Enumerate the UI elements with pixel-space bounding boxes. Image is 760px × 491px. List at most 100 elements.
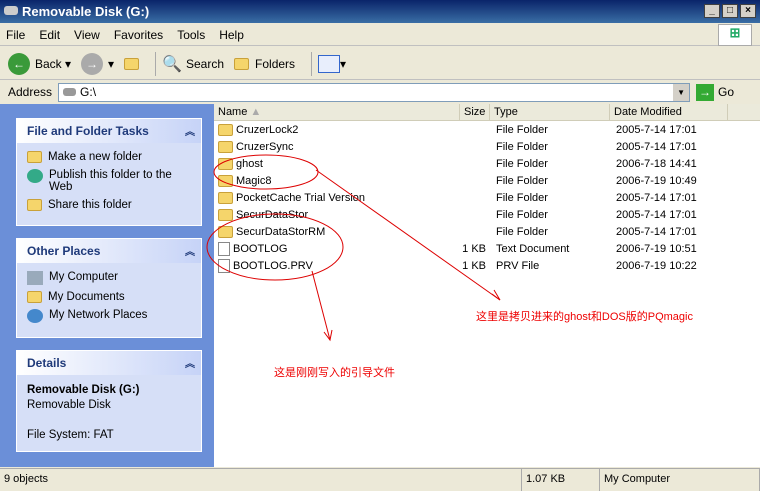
collapse-chevron-icon[interactable]: ︽ <box>185 355 195 370</box>
file-date: 2006-7-19 10:22 <box>616 259 697 272</box>
file-name: PocketCache Trial Version <box>214 191 460 204</box>
share-folder-link[interactable]: Share this folder <box>27 199 191 211</box>
file-folder-tasks-panel: File and Folder Tasks ︽ Make a new folder… <box>16 118 202 226</box>
address-value: G:\ <box>80 85 97 99</box>
menu-file[interactable]: File <box>6 28 25 42</box>
details-name: Removable Disk (G:) <box>27 384 140 396</box>
forward-arrow-icon: → <box>81 52 104 75</box>
link-label: Make a new folder <box>48 151 142 163</box>
panel-header[interactable]: File and Folder Tasks ︽ <box>17 119 201 143</box>
file-date: 2005-7-14 17:01 <box>616 140 697 153</box>
drive-icon <box>4 6 18 15</box>
minimize-button[interactable]: _ <box>704 4 720 18</box>
file-list: Name ▲ Size Type Date Modified CruzerLoc… <box>214 104 760 467</box>
publish-web-link[interactable]: Publish this folder to the Web <box>27 169 191 193</box>
file-name: BOOTLOG <box>214 241 460 256</box>
folder-icon <box>218 174 233 187</box>
title-bar: Removable Disk (G:) _ □ × <box>0 0 760 23</box>
go-arrow-icon: → <box>696 83 715 101</box>
folders-button[interactable]: Folders <box>234 57 295 71</box>
column-headers: Name ▲ Size Type Date Modified <box>214 104 760 121</box>
views-button[interactable]: ▾ <box>318 54 346 73</box>
forward-button[interactable]: → ▾ <box>81 52 114 75</box>
column-size[interactable]: Size <box>460 104 490 120</box>
file-date: 2005-7-14 17:01 <box>616 208 697 221</box>
address-input[interactable]: G:\ ▼ <box>58 82 691 102</box>
menu-edit[interactable]: Edit <box>39 28 60 42</box>
file-row[interactable]: SecurDataStor File Folder 2005-7-14 17:01 <box>214 206 760 223</box>
file-name-text: BOOTLOG <box>233 242 288 255</box>
file-row[interactable]: SecurDataStorRM File Folder 2005-7-14 17:0… <box>214 223 760 240</box>
folder-icon <box>218 225 233 238</box>
panel-title: File and Folder Tasks <box>27 124 149 138</box>
toolbar: ← Back ▾ → ▾ 🔍 Search Folders ▾ <box>0 48 760 80</box>
collapse-chevron-icon[interactable]: ︽ <box>185 243 195 258</box>
file-date: 2005-7-14 17:01 <box>616 123 697 136</box>
file-date: 2006-7-19 10:51 <box>616 242 697 255</box>
collapse-chevron-icon[interactable]: ︽ <box>185 123 195 138</box>
file-row[interactable]: BOOTLOG 1 KB Text Document 2006-7-19 10:51 <box>214 240 760 257</box>
computer-icon <box>27 271 43 285</box>
link-label: My Computer <box>49 271 119 283</box>
address-dropdown[interactable]: ▼ <box>673 83 690 101</box>
windows-logo: ⊞ <box>718 24 752 46</box>
file-name-text: CruzerSync <box>236 140 294 153</box>
drive-icon <box>63 88 77 96</box>
file-name: CruzerSync <box>214 140 460 153</box>
folder-icon <box>218 208 233 221</box>
location-label: My Computer <box>604 473 671 485</box>
file-name: SecurDataStor <box>214 208 460 221</box>
file-type: File Folder <box>496 140 548 153</box>
file-name-text: Magic8 <box>236 174 272 187</box>
window-title: Removable Disk (G:) <box>22 4 150 19</box>
menu-help[interactable]: Help <box>219 28 244 42</box>
my-computer-link[interactable]: My Computer <box>27 271 191 285</box>
column-type[interactable]: Type <box>490 104 610 120</box>
search-button[interactable]: 🔍 Search <box>162 54 224 74</box>
separator <box>311 51 313 76</box>
search-icon: 🔍 <box>162 55 182 73</box>
annotation-boot-note: 这是刚刚写入的引导文件 <box>274 367 395 379</box>
file-type: File Folder <box>496 225 548 238</box>
go-button[interactable]: → Go <box>696 83 735 101</box>
maximize-button[interactable]: □ <box>722 4 738 18</box>
file-row[interactable]: CruzerLock2 File Folder 2005-7-14 17:01 <box>214 121 760 138</box>
file-date: 2005-7-14 17:01 <box>616 225 697 238</box>
menu-view[interactable]: View <box>74 28 100 42</box>
link-label: Publish this folder to the Web <box>49 169 172 193</box>
menu-bar: File Edit View Favorites Tools Help <box>0 24 760 46</box>
my-documents-link[interactable]: My Documents <box>27 291 191 303</box>
file-row[interactable]: ghost File Folder 2006-7-18 14:41 <box>214 155 760 172</box>
up-folder-button[interactable] <box>124 57 140 70</box>
file-row[interactable]: PocketCache Trial Version File Folder 2005… <box>214 189 760 206</box>
file-row[interactable]: CruzerSync File Folder 2005-7-14 17:01 <box>214 138 760 155</box>
make-new-folder-link[interactable]: Make a new folder <box>27 151 191 163</box>
file-date: 2005-7-14 17:01 <box>616 191 697 204</box>
back-button[interactable]: ← Back ▾ <box>8 52 71 75</box>
column-label: Name <box>218 106 248 118</box>
close-button[interactable]: × <box>740 4 756 18</box>
column-name[interactable]: Name ▲ <box>214 104 460 120</box>
file-size: 1 KB <box>462 259 486 272</box>
file-row[interactable]: Magic8 File Folder 2006-7-19 10:49 <box>214 172 760 189</box>
file-row[interactable]: BOOTLOG.PRV 1 KB PRV File 2006-7-19 10:22 <box>214 257 760 274</box>
panel-header[interactable]: Other Places ︽ <box>17 239 201 263</box>
status-objects: 9 objects <box>0 469 522 491</box>
up-folder-icon <box>124 57 140 70</box>
file-name-text: ghost <box>236 157 263 170</box>
file-type: File Folder <box>496 123 548 136</box>
status-bar: 9 objects 1.07 KB My Computer <box>0 468 760 491</box>
file-type: File Folder <box>496 174 548 187</box>
go-label: Go <box>718 85 735 99</box>
document-icon <box>218 241 230 256</box>
details-filesystem: File System: FAT <box>27 429 114 441</box>
menu-favorites[interactable]: Favorites <box>114 28 163 42</box>
folders-label: Folders <box>255 56 296 71</box>
my-network-places-link[interactable]: My Network Places <box>27 309 191 323</box>
link-label: My Network Places <box>49 309 148 321</box>
column-date[interactable]: Date Modified <box>610 104 728 120</box>
file-name: Magic8 <box>214 174 460 187</box>
menu-tools[interactable]: Tools <box>177 28 205 42</box>
share-folder-icon <box>27 199 42 211</box>
panel-header[interactable]: Details ︽ <box>17 351 201 375</box>
